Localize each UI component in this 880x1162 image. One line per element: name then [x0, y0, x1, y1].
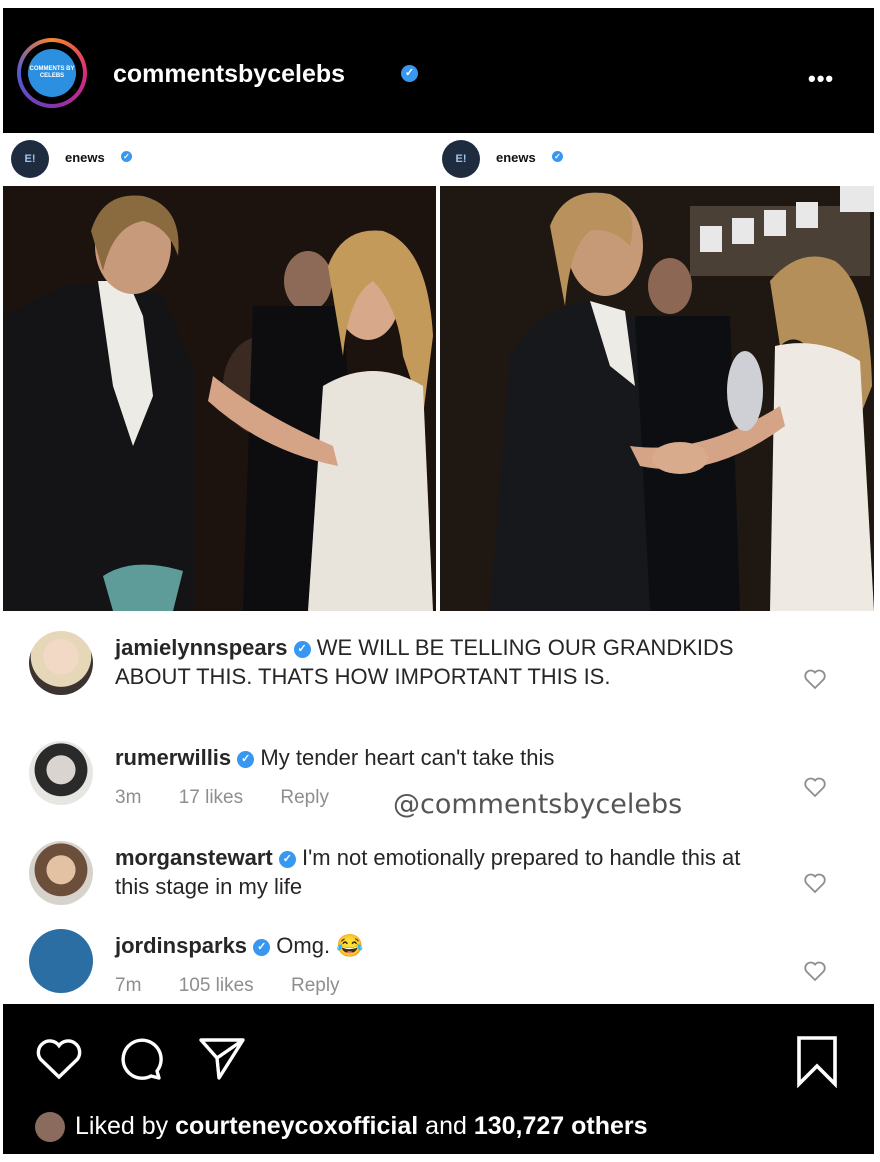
avatar[interactable]	[29, 741, 93, 805]
profile-logo: COMMENTS BY CELEBS	[28, 49, 76, 97]
comment-meta: 7m 105 likes Reply	[115, 975, 372, 997]
post-actions: Liked by courteneycoxofficial and 130,72…	[3, 1004, 874, 1154]
more-icon[interactable]: •••	[808, 66, 834, 92]
comment-body: My tender heart can't take this	[260, 745, 555, 770]
post-frame: COMMENTS BY CELEBS commentsbycelebs ✓ ••…	[3, 8, 874, 1154]
verified-icon: ✓	[293, 640, 311, 658]
comment-username[interactable]: rumerwillis	[115, 745, 231, 770]
reply-button[interactable]: Reply	[291, 975, 340, 996]
profile-avatar[interactable]: COMMENTS BY CELEBS	[17, 38, 87, 108]
photo-right-illustration	[440, 186, 874, 611]
comment-likes[interactable]: 17 likes	[179, 787, 243, 808]
comment-icon[interactable]	[115, 1034, 165, 1084]
comment-text: morganstewart ✓ I'm not emotionally prep…	[115, 843, 765, 901]
embed-avatar-right: E!	[442, 140, 480, 178]
photo-right	[440, 186, 874, 611]
comment-body: Omg. 😂	[276, 933, 364, 958]
liked-count[interactable]: 130,727 others	[474, 1112, 648, 1140]
watermark: @commentsbycelebs	[393, 789, 683, 820]
comment-text: rumerwillis ✓ My tender heart can't take…	[115, 743, 765, 772]
liked-prefix: Liked by	[75, 1112, 169, 1140]
comments-section: jamielynnspears ✓ WE WILL BE TELLING OUR…	[3, 611, 874, 1004]
bookmark-icon[interactable]	[793, 1034, 841, 1088]
reply-button[interactable]: Reply	[280, 787, 329, 808]
verified-icon: ✓	[401, 65, 418, 82]
embed-username-right: enews	[496, 150, 536, 165]
comment-text: jamielynnspears ✓ WE WILL BE TELLING OUR…	[115, 633, 765, 691]
verified-icon: ✓	[237, 750, 255, 768]
embed-header-right: E! enews ✓	[440, 133, 873, 188]
liked-user[interactable]: courteneycoxofficial	[175, 1112, 418, 1140]
share-icon[interactable]	[197, 1034, 247, 1084]
avatar	[35, 1112, 65, 1143]
heart-icon[interactable]	[33, 1034, 85, 1082]
post-header: COMMENTS BY CELEBS commentsbycelebs ✓ ••…	[3, 8, 874, 133]
comment-likes[interactable]: 105 likes	[179, 975, 254, 996]
comment-meta: 3m 17 likes Reply	[115, 787, 361, 809]
verified-icon: ✓	[121, 151, 132, 162]
post-media[interactable]: E! enews ✓ E! enews ✓	[3, 133, 874, 611]
photo-left-illustration	[3, 186, 436, 611]
post-username[interactable]: commentsbycelebs	[113, 60, 345, 89]
comment-time: 3m	[115, 787, 142, 808]
embed-header-left: E! enews ✓	[3, 133, 436, 188]
avatar[interactable]	[29, 929, 93, 993]
avatar[interactable]	[29, 631, 93, 695]
comment-time: 7m	[115, 975, 142, 996]
comment-text: jordinsparks ✓ Omg. 😂	[115, 931, 765, 960]
heart-icon[interactable]	[803, 871, 827, 895]
comment-username[interactable]: morganstewart	[115, 845, 273, 870]
liked-and: and	[425, 1112, 467, 1140]
avatar[interactable]	[29, 841, 93, 905]
verified-icon: ✓	[278, 850, 296, 868]
embed-username-left: enews	[65, 150, 105, 165]
heart-icon[interactable]	[803, 959, 827, 983]
photo-left	[3, 186, 436, 611]
verified-icon: ✓	[253, 938, 271, 956]
comment-username[interactable]: jamielynnspears	[115, 635, 287, 660]
embed-avatar-left: E!	[11, 140, 49, 178]
likes-summary[interactable]: Liked by courteneycoxofficial and 130,72…	[35, 1112, 648, 1143]
comment-username[interactable]: jordinsparks	[115, 933, 247, 958]
heart-icon[interactable]	[803, 775, 827, 799]
heart-icon[interactable]	[803, 667, 827, 691]
verified-icon: ✓	[552, 151, 563, 162]
